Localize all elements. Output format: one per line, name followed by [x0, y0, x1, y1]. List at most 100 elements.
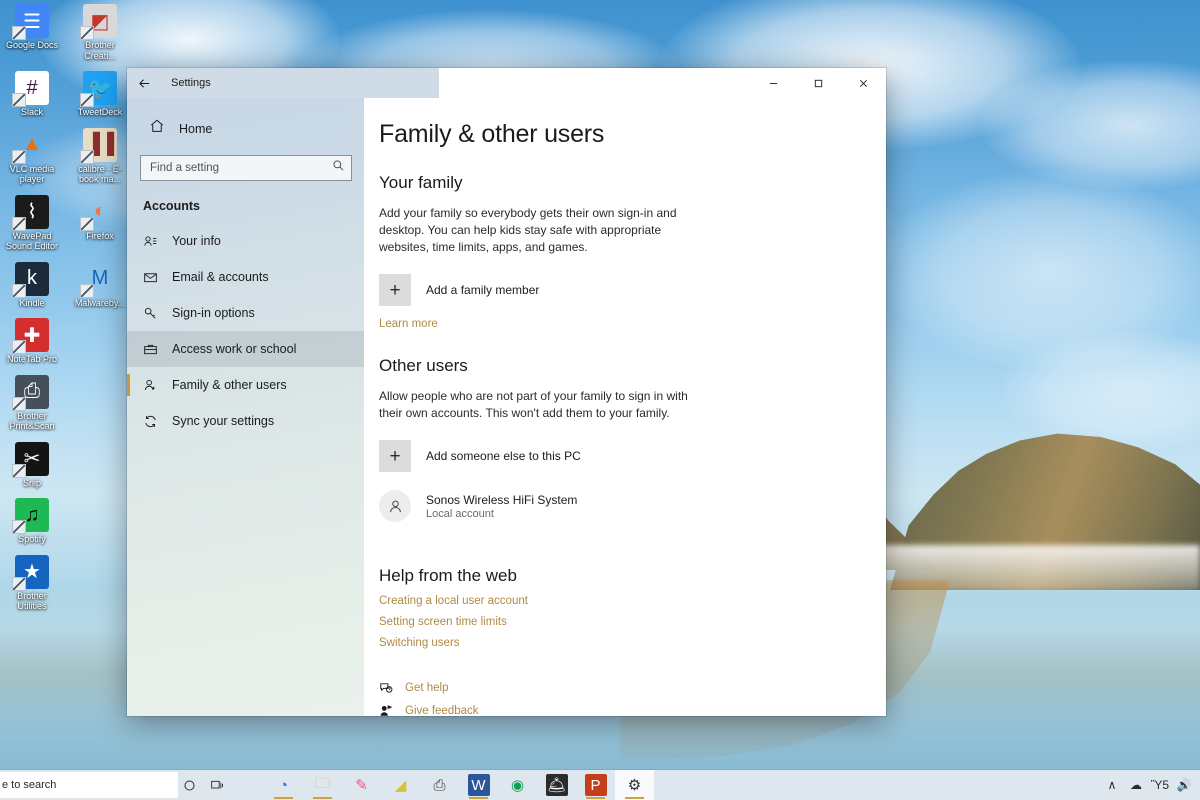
help-web-link[interactable]: Switching users: [379, 637, 856, 649]
sidebar-item-sync-your-settings[interactable]: Sync your settings: [127, 403, 364, 439]
tray-volume-button[interactable]: 🔊: [1174, 771, 1194, 799]
footer-link-label: Get help: [405, 682, 448, 694]
sidebar-nav-list: Your info Email & accountsSign-in options…: [127, 223, 364, 439]
back-button[interactable]: [127, 68, 161, 98]
sync-icon: [143, 414, 158, 429]
desktop-icon[interactable]: ★Brother Utilities: [2, 555, 62, 612]
desktop-icon-label: Google Docs: [6, 40, 58, 51]
user-account-row[interactable]: Sonos Wireless HiFi SystemLocal account: [379, 490, 856, 522]
help-web-link[interactable]: Setting screen time limits: [379, 616, 856, 628]
edge-icon: ◔: [273, 774, 295, 796]
home-icon: [149, 118, 165, 139]
get-help-link[interactable]: Get help: [379, 681, 856, 695]
add-family-member-button[interactable]: + Add a family member: [379, 274, 856, 306]
sidebar-item-your-info[interactable]: Your info: [127, 223, 364, 259]
desktop-icon[interactable]: ▐▐calibre - E-book ma...: [70, 128, 130, 185]
desktop-icon[interactable]: ♫Spotify: [2, 498, 62, 545]
tweetdeck-icon: 🐦: [83, 71, 117, 105]
desktop-icon-label: Brother Utilities: [2, 591, 62, 612]
sidebar-item-label: Family & other users: [172, 378, 287, 392]
desktop-icon-grid: ☰ Google Docs ◩Brother Creati...#Slack🐦Twe…: [0, 4, 130, 618]
person-add-icon: [143, 378, 158, 393]
maximize-button[interactable]: [796, 68, 841, 98]
word-icon: W: [468, 774, 490, 796]
tray-network-button[interactable]: Ὓ5: [1150, 771, 1170, 799]
help-from-web-heading: Help from the web: [379, 566, 856, 586]
desktop-icon[interactable]: ☰ Google Docs: [2, 4, 62, 61]
settings-sidebar: Home Accounts Your infoEmail & accountsS…: [127, 98, 364, 716]
sidebar-item-label: Your info: [172, 234, 221, 248]
taskbar-paint-button[interactable]: ✎: [342, 770, 381, 800]
taskbar-edge-button[interactable]: ◔: [264, 770, 303, 800]
desktop-icon[interactable]: ⎙Brother Print&Scan: [2, 375, 62, 432]
google-docs-icon: ☰: [15, 4, 49, 38]
window-body: Home Accounts Your infoEmail & accountsS…: [127, 98, 886, 716]
plus-icon: +: [379, 274, 411, 306]
cortana-button[interactable]: [178, 772, 200, 798]
desktop-icon[interactable]: kKindle: [2, 262, 62, 309]
desktop-icon[interactable]: ⌇WavePad Sound Editor: [2, 195, 62, 252]
desktop-icon[interactable]: ▲VLC media player: [2, 128, 62, 185]
minimize-button[interactable]: [751, 68, 796, 98]
taskbar-file-explorer-button[interactable]: 🗀: [303, 770, 342, 800]
taskbar-microsoft-store-button[interactable]: 🛎: [537, 770, 576, 800]
desktop-icon-label: Firefox: [86, 231, 114, 242]
desktop-icon-label: WavePad Sound Editor: [2, 231, 62, 252]
settings-window: Settings: [127, 68, 886, 716]
help-web-link[interactable]: Creating a local user account: [379, 595, 856, 607]
learn-more-link[interactable]: Learn more: [379, 318, 438, 330]
desktop-icon-label: Brother Print&Scan: [2, 411, 62, 432]
taskbar-chrome-button[interactable]: ◉: [498, 770, 537, 800]
search-box[interactable]: [140, 155, 352, 181]
search-icon: [332, 159, 345, 177]
search-input[interactable]: [150, 162, 332, 174]
chrome-icon: ◉: [507, 774, 529, 796]
titlebar-left: Settings: [127, 68, 439, 98]
kindle-icon: k: [15, 262, 49, 296]
photos-icon: ◢: [390, 774, 412, 796]
user-info-icon: [143, 234, 158, 249]
sidebar-item-sign-in-options[interactable]: Sign-in options: [127, 295, 364, 331]
tray-cloud-button[interactable]: ☁: [1126, 771, 1146, 799]
taskbar-photos-button[interactable]: ◢: [381, 770, 420, 800]
sidebar-search-wrap: [127, 155, 364, 181]
tray-chevron-up-button[interactable]: ∧: [1102, 771, 1122, 799]
sidebar-item-home[interactable]: Home: [133, 112, 358, 145]
get-help-icon: [379, 681, 393, 695]
taskbar-search-text: e to search: [2, 779, 56, 791]
window-titlebar: Settings: [127, 68, 886, 98]
sidebar-item-email-accounts[interactable]: Email & accounts: [127, 259, 364, 295]
wavepad-sound-editor-icon: ⌇: [15, 195, 49, 229]
brother-utilities-icon: ★: [15, 555, 49, 589]
desktop-icon-label: Slack: [21, 107, 43, 118]
desktop-icon[interactable]: 🐦TweetDeck: [70, 71, 130, 118]
give-feedback-link[interactable]: Give feedback: [379, 704, 856, 716]
taskbar-word-button[interactable]: W: [459, 770, 498, 800]
close-button[interactable]: [841, 68, 886, 98]
taskbar-search-box[interactable]: e to search: [0, 772, 178, 798]
desktop-icon[interactable]: MMalwareby...: [70, 262, 130, 309]
footer-link-label: Give feedback: [405, 705, 479, 716]
help-web-links: Creating a local user account Setting scr…: [379, 595, 856, 649]
desktop-icon[interactable]: ◐Firefox: [70, 195, 130, 252]
taskbar-powerpoint-button[interactable]: P: [576, 770, 615, 800]
desktop-icon-label: Snip: [23, 478, 41, 489]
taskbar-app-list: ◔ 🗀✎ ◢ ⎙ W ◉ 🛎 P ⚙: [264, 770, 654, 800]
powerpoint-icon: P: [585, 774, 607, 796]
desktop-icon[interactable]: ✂Snip: [2, 442, 62, 489]
desktop-icon[interactable]: ✚NoteTab Pro: [2, 318, 62, 365]
desktop-icon[interactable]: ◩Brother Creati...: [70, 4, 130, 61]
add-family-member-label: Add a family member: [426, 283, 539, 297]
other-users-heading: Other users: [379, 356, 856, 376]
task-view-button[interactable]: [200, 770, 234, 800]
sidebar-item-access-work-or-school[interactable]: Access work or school: [127, 331, 364, 367]
add-someone-else-label: Add someone else to this PC: [426, 449, 581, 463]
sidebar-item-family-other-users[interactable]: Family & other users: [127, 367, 364, 403]
malwarebytes-icon: M: [83, 262, 117, 296]
mail-icon: [143, 270, 158, 285]
taskbar-scanner-button[interactable]: ⎙: [420, 770, 459, 800]
user-account-type: Local account: [426, 508, 577, 520]
desktop-icon[interactable]: #Slack: [2, 71, 62, 118]
add-someone-else-button[interactable]: + Add someone else to this PC: [379, 440, 856, 472]
taskbar-settings-gear-button[interactable]: ⚙: [615, 770, 654, 800]
